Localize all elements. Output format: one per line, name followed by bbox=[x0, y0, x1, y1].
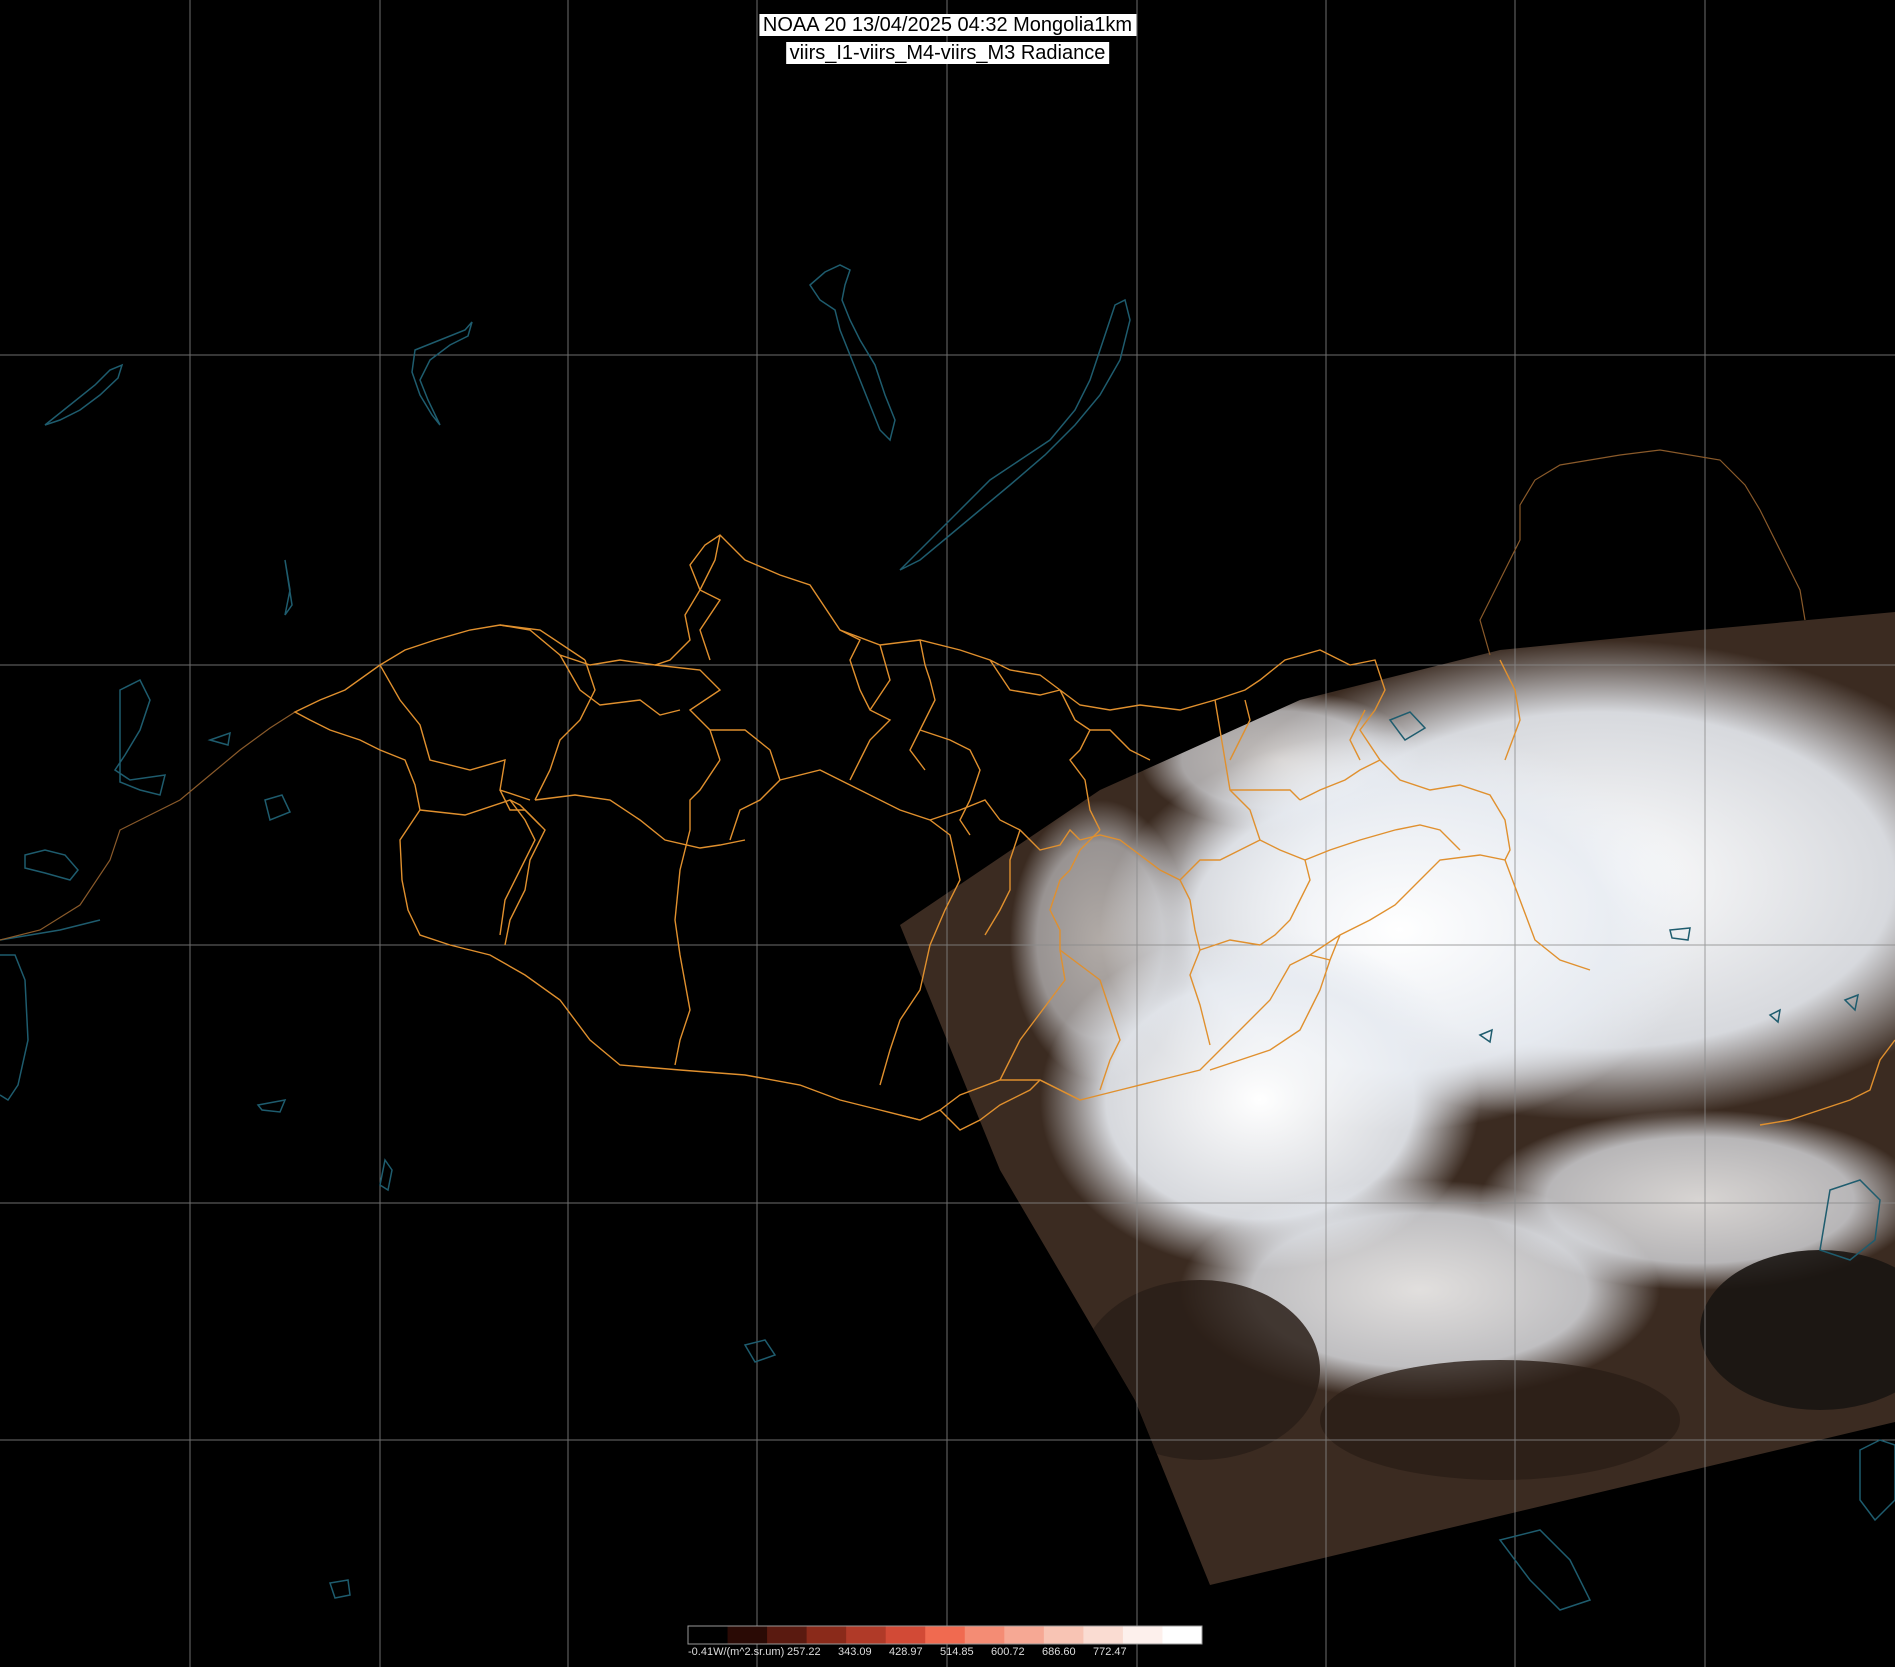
colorbar-segment bbox=[1083, 1626, 1124, 1644]
colorbar-tick-label: 600.72 bbox=[991, 1646, 1025, 1658]
map-title: NOAA 20 13/04/2025 04:32 Mongolia1km bbox=[758, 14, 1137, 36]
colorbar-tick-label: 686.60 bbox=[1042, 1646, 1076, 1658]
colorbar-segment bbox=[1162, 1626, 1203, 1644]
colorbar-segment bbox=[846, 1626, 887, 1644]
colorbar-tick-label: 428.97 bbox=[889, 1646, 923, 1658]
colorbar-segment bbox=[767, 1626, 808, 1644]
colorbar-tick-label: 772.47 bbox=[1093, 1646, 1127, 1658]
colorbar bbox=[687, 1625, 1203, 1645]
satellite-map bbox=[0, 0, 1895, 1667]
colorbar-segment bbox=[885, 1626, 926, 1644]
colorbar-tick-label: 257.22 bbox=[787, 1646, 821, 1658]
colorbar-tick-label: 343.09 bbox=[838, 1646, 872, 1658]
colorbar-segment bbox=[925, 1626, 966, 1644]
colorbar-segment bbox=[727, 1626, 768, 1644]
colorbar-segment bbox=[964, 1626, 1005, 1644]
colorbar-segment bbox=[806, 1626, 847, 1644]
satellite-swath bbox=[900, 612, 1895, 1585]
map-subtitle: viirs_I1-viirs_M4-viirs_M3 Radiance bbox=[785, 42, 1110, 64]
colorbar-tick-label: 514.85 bbox=[940, 1646, 974, 1658]
colorbar-segment bbox=[1043, 1626, 1084, 1644]
colorbar-segment bbox=[688, 1626, 729, 1644]
colorbar-segment bbox=[1004, 1626, 1045, 1644]
colorbar-segment bbox=[1122, 1626, 1163, 1644]
colorbar-tick-label: -0.41W/(m^2.sr.um) bbox=[688, 1646, 785, 1658]
